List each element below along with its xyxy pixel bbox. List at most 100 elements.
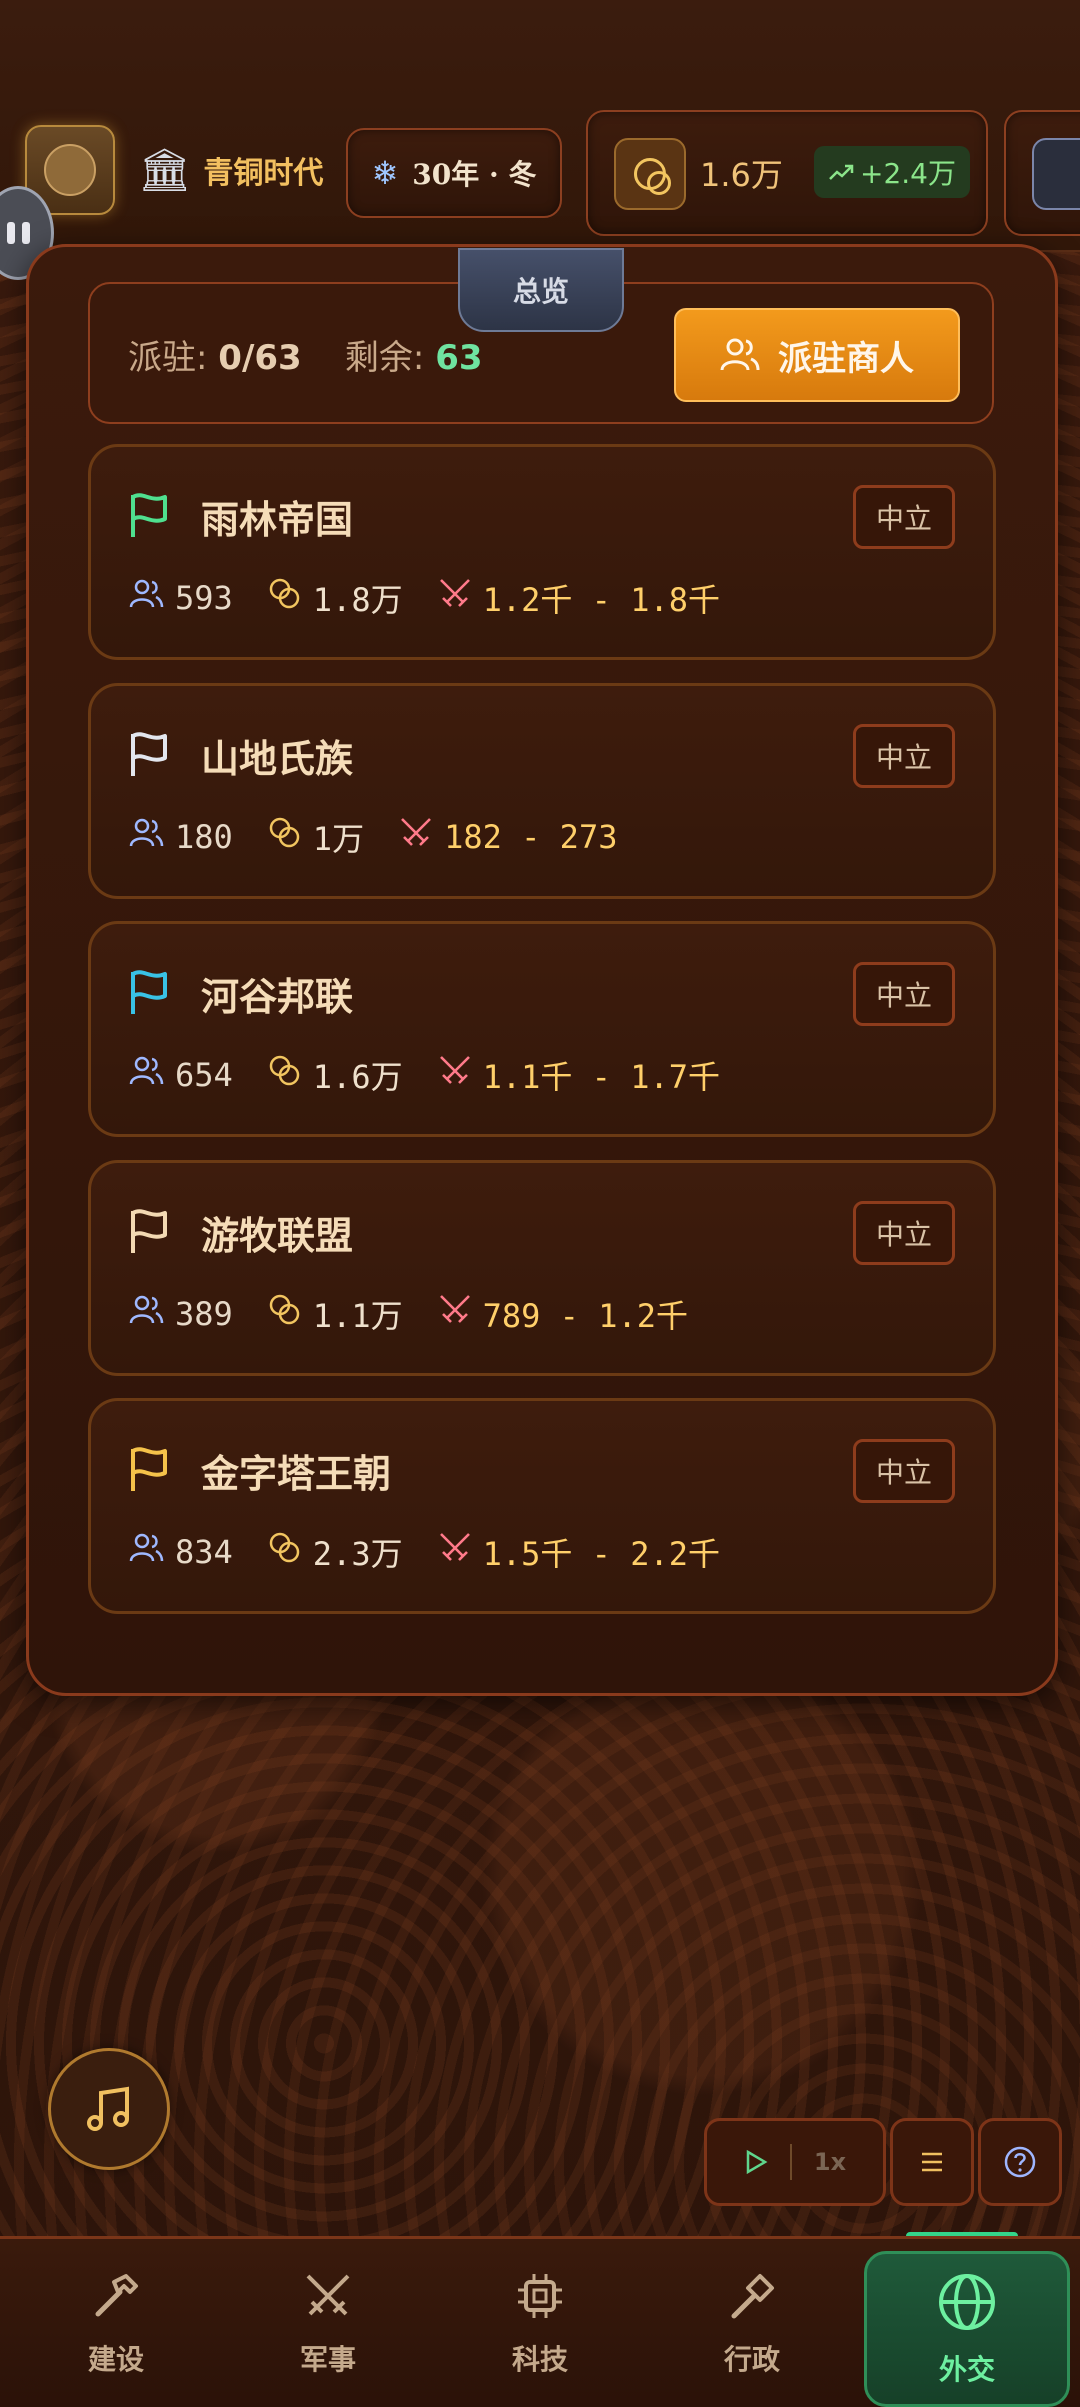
era-indicator: 🏛 青铜时代 xyxy=(138,145,323,195)
nation-card[interactable]: 金字塔王朝 中立 834 2.3万 1.5千 - 2.2千 xyxy=(88,1398,996,1614)
population-value: 389 xyxy=(175,1295,233,1333)
military-stat: 789 - 1.2千 xyxy=(437,1291,688,1337)
nation-card[interactable]: 游牧联盟 中立 389 1.1万 789 - 1.2千 xyxy=(88,1160,996,1376)
users-icon xyxy=(720,338,760,371)
gold-resource-panel[interactable]: 1.6万 +2.4万 xyxy=(586,110,988,236)
nav-item-build[interactable]: 建设 xyxy=(16,2239,216,2407)
gold-stat: 1万 xyxy=(267,814,364,860)
help-icon xyxy=(1004,2146,1036,2178)
globe-icon xyxy=(939,2274,995,2330)
coin-icon xyxy=(267,815,303,859)
nation-stats: 654 1.6万 1.1千 - 1.7千 xyxy=(129,1052,754,1098)
nation-card[interactable]: 山地氏族 中立 180 1万 182 - 273 xyxy=(88,683,996,899)
nation-card[interactable]: 雨林帝国 中立 593 1.8万 1.2千 - 1.8千 xyxy=(88,444,996,660)
nav-item-label: 科技 xyxy=(511,2343,568,2376)
population-value: 834 xyxy=(175,1533,233,1571)
remaining-label: 剩余: xyxy=(344,338,425,378)
divider xyxy=(789,2144,792,2180)
people-icon xyxy=(129,578,165,618)
military-stat: 1.5千 - 2.2千 xyxy=(437,1529,720,1575)
gold-value: 1.6万 xyxy=(312,1058,403,1096)
tab-overview[interactable]: 总览 xyxy=(458,248,624,332)
nav-item-military[interactable]: 军事 xyxy=(228,2239,428,2407)
military-range: 182 - 273 xyxy=(444,818,618,856)
speed-control[interactable]: 1x xyxy=(704,2118,886,2206)
bottom-navigation: 建设 军事 科技 行政 外交 xyxy=(0,2236,1080,2407)
gold-value: 1.8万 xyxy=(312,581,403,619)
population-stat: 180 xyxy=(129,817,233,857)
nation-name: 游牧联盟 xyxy=(201,1214,354,1258)
bank-icon: 🏛 xyxy=(138,145,192,194)
people-icon xyxy=(1032,138,1080,210)
nation-name: 金字塔王朝 xyxy=(201,1452,392,1496)
season-indicator[interactable]: ❄ 30年 · 冬 xyxy=(346,128,562,218)
gold-value: 1.6万 xyxy=(700,156,783,194)
nation-card[interactable]: 河谷邦联 中立 654 1.6万 1.1千 - 1.7千 xyxy=(88,921,996,1137)
relation-status-badge[interactable]: 中立 xyxy=(853,724,955,788)
flag-icon xyxy=(131,493,167,537)
nation-stats: 593 1.8万 1.2千 - 1.8千 xyxy=(129,575,754,621)
population-stat: 389 xyxy=(129,1294,233,1334)
gold-value: 2.3万 xyxy=(312,1535,403,1573)
relation-status-badge[interactable]: 中立 xyxy=(853,485,955,549)
gavel-icon xyxy=(731,2274,774,2319)
music-note-icon xyxy=(87,2086,129,2131)
population-stat: 834 xyxy=(129,1532,233,1572)
nation-stats: 834 2.3万 1.5千 - 2.2千 xyxy=(129,1529,754,1575)
nav-item-label: 军事 xyxy=(299,2343,356,2376)
crossed-swords-icon xyxy=(398,815,434,859)
military-range: 1.1千 - 1.7千 xyxy=(482,1058,721,1096)
crossed-swords-icon xyxy=(437,1292,473,1336)
coin-icon xyxy=(267,1530,303,1574)
coin-icon xyxy=(267,1053,303,1097)
military-stat: 182 - 273 xyxy=(398,815,617,859)
nav-item-label: 建设 xyxy=(87,2343,144,2376)
crossed-swords-icon xyxy=(437,1530,473,1574)
nav-item-admin[interactable]: 行政 xyxy=(652,2239,852,2407)
dispatch-merchant-button[interactable]: 派驻商人 xyxy=(674,308,960,402)
people-icon xyxy=(129,1294,165,1334)
top-status-bar: 🏛 青铜时代 ❄ 30年 · 冬 1.6万 +2.4万 xyxy=(0,0,1080,252)
crossed-swords-icon xyxy=(437,576,473,620)
military-range: 1.5千 - 2.2千 xyxy=(482,1535,721,1573)
people-icon xyxy=(129,1055,165,1095)
population-value: 654 xyxy=(175,1056,233,1094)
relation-status-badge[interactable]: 中立 xyxy=(853,1201,955,1265)
gold-stat: 2.3万 xyxy=(267,1529,403,1575)
chip-icon xyxy=(518,2274,562,2318)
remaining-value: 63 xyxy=(435,338,483,378)
deployed-label: 派驻: xyxy=(128,338,208,378)
play-icon[interactable] xyxy=(744,2149,768,2175)
gold-delta-badge: +2.4万 xyxy=(814,146,970,198)
nav-item-tech[interactable]: 科技 xyxy=(440,2239,640,2407)
hamburger-icon xyxy=(922,2152,942,2172)
relation-status-badge[interactable]: 中立 xyxy=(853,962,955,1026)
gold-stat: 1.8万 xyxy=(267,575,403,621)
relation-status-badge[interactable]: 中立 xyxy=(853,1439,955,1503)
trend-up-icon xyxy=(829,164,854,180)
military-range: 1.2千 - 1.8千 xyxy=(482,581,721,619)
flag-icon xyxy=(131,970,167,1014)
population-stat: 593 xyxy=(129,578,233,618)
deployed-value: 0/63 xyxy=(218,338,302,378)
season-label: 30年 · 冬 xyxy=(412,158,537,191)
era-label: 青铜时代 xyxy=(203,156,324,191)
nav-item-diplomacy[interactable]: 外交 xyxy=(864,2251,1070,2407)
flag-icon xyxy=(131,732,167,776)
pause-bar-right xyxy=(21,222,30,244)
population-stat: 654 xyxy=(129,1055,233,1095)
menu-button[interactable] xyxy=(890,2118,974,2206)
help-button[interactable] xyxy=(978,2118,1062,2206)
coin-icon xyxy=(267,1292,303,1336)
emblem-icon xyxy=(44,144,96,196)
military-range: 789 - 1.2千 xyxy=(482,1297,689,1335)
speed-label[interactable]: 1x xyxy=(814,2148,846,2176)
gold-delta-value: +2.4万 xyxy=(860,157,956,190)
flag-icon xyxy=(131,1209,167,1253)
hammer-icon xyxy=(95,2274,138,2317)
population-resource-panel[interactable] xyxy=(1004,110,1080,236)
music-button[interactable] xyxy=(48,2048,170,2170)
nation-name: 山地氏族 xyxy=(201,737,354,781)
coin-icon xyxy=(267,576,303,620)
nation-name: 河谷邦联 xyxy=(201,975,354,1019)
